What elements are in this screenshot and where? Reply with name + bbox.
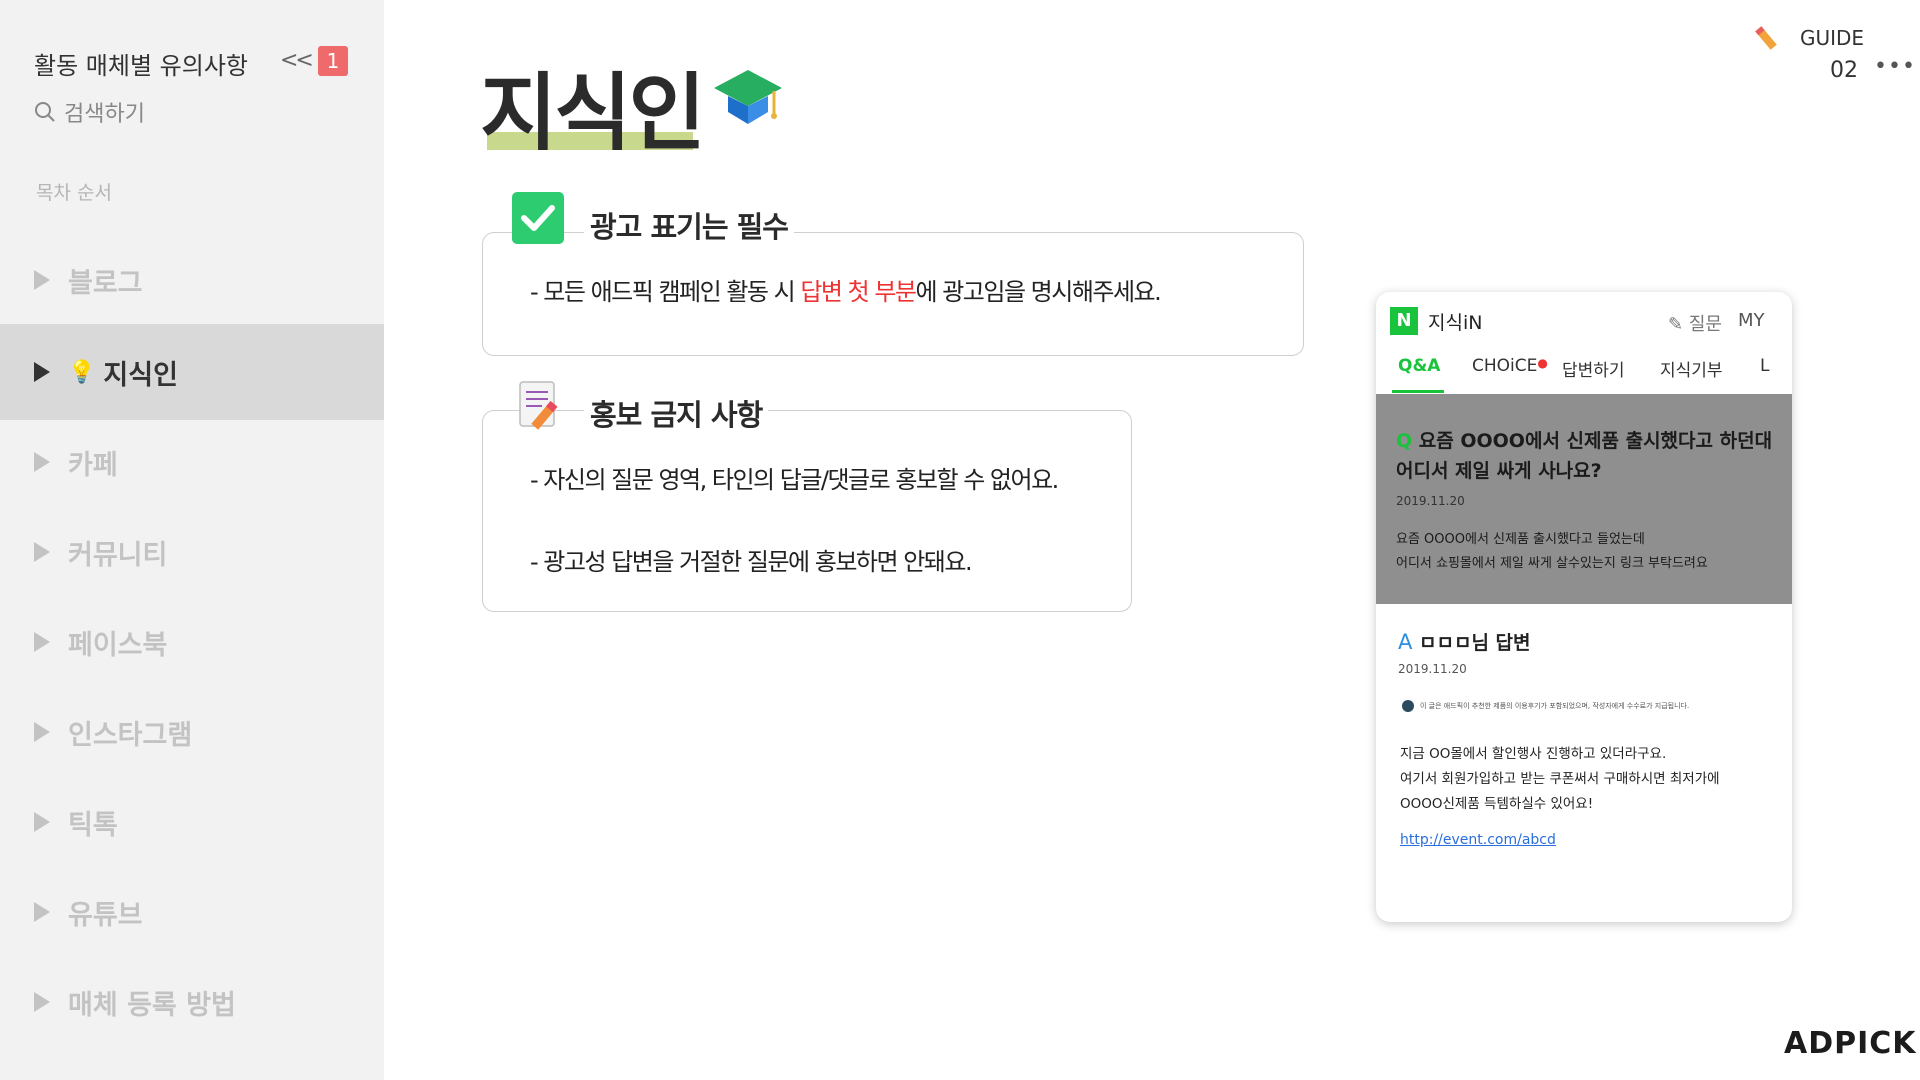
section-heading-ad-label: 광고 표기는 필수 — [584, 204, 794, 246]
question-card: Q 요즘 OOOO에서 신제품 출시했다고 하던대 어디서 제일 싸게 사나요?… — [1376, 394, 1792, 604]
phone-tabs: Q&A CHOiCE● 답변하기 지식기부 L — [1398, 356, 1792, 386]
expand-triangle-icon — [34, 270, 50, 290]
search-button[interactable]: 검색하기 — [34, 96, 145, 128]
expand-triangle-icon — [34, 452, 50, 472]
edit-pencil-icon: ✎ — [1668, 314, 1684, 335]
sidebar-item-cafe[interactable]: 카페 — [0, 422, 384, 502]
sidebar-item-label: 페이스북 — [68, 629, 168, 661]
ask-question-button[interactable]: ✎ 질문 — [1668, 310, 1722, 336]
answer-author: ㅁㅁㅁ님 답변 — [1419, 632, 1531, 654]
question-mark-icon: Q — [1396, 430, 1413, 452]
sidebar-item-label: 커뮤니티 — [68, 539, 168, 571]
guide-label: GUIDE — [1800, 26, 1865, 50]
sidebar-item-label: 지식인 — [103, 359, 178, 391]
page-number: 02 — [1830, 58, 1858, 83]
adpick-logo: ADPICK — [1784, 1026, 1917, 1061]
tab-more[interactable]: L — [1760, 356, 1769, 376]
question-text: 요즘 OOOO에서 신제품 출시했다고 하던대 어디서 제일 싸게 사나요? — [1396, 430, 1773, 482]
memo-icon — [519, 381, 558, 430]
new-dot-icon: ● — [1537, 356, 1548, 370]
question-title: Q 요즘 OOOO에서 신제품 출시했다고 하던대 어디서 제일 싸게 사나요? — [1396, 426, 1776, 486]
more-options-button[interactable]: ••• — [1874, 54, 1916, 79]
tab-label: CHOiCE — [1472, 356, 1538, 376]
tab-answer[interactable]: 답변하기 — [1562, 356, 1625, 381]
sidebar-item-label: 블로그 — [68, 267, 143, 299]
sidebar-item-instagram[interactable]: 인스타그램 — [0, 692, 384, 772]
lightbulb-icon: 💡 — [68, 359, 96, 385]
sidebar-item-facebook[interactable]: 페이스북 — [0, 602, 384, 682]
rule-text: - 모든 애드픽 캠페인 활동 시 — [530, 278, 801, 306]
collapse-sidebar-button[interactable]: << — [280, 48, 314, 73]
answer-line: OOOO신제품 득템하실수 있어요! — [1400, 796, 1594, 812]
sidebar-item-label: 인스타그램 — [68, 719, 193, 751]
ask-label: 질문 — [1688, 314, 1722, 335]
question-line: 어디서 쇼핑몰에서 제일 싸게 살수있는지 링크 부탁드려요 — [1396, 556, 1708, 571]
toc-heading: 목차 순서 — [36, 182, 112, 204]
question-line: 요즘 OOOO에서 신제품 출시했다고 들었는데 — [1396, 532, 1645, 547]
sidebar: 활동 매체별 유의사항 << 1 검색하기 목차 순서 블로그 💡 지식인 카페… — [0, 0, 384, 1080]
tab-qna[interactable]: Q&A — [1398, 356, 1440, 376]
page-title: 지식인 — [480, 64, 706, 162]
answer-body: 지금 OO몰에서 할인행사 진행하고 있더라구요. 여기서 회원가입하고 받는 … — [1400, 742, 1780, 817]
promo-ban-box — [482, 410, 1132, 612]
graduation-cap-icon — [714, 70, 782, 124]
pencil-icon — [1755, 26, 1777, 50]
sidebar-item-label: 틱톡 — [68, 809, 118, 841]
expand-triangle-icon — [34, 902, 50, 922]
answer-line: 지금 OO몰에서 할인행사 진행하고 있더라구요. — [1400, 746, 1667, 762]
expand-triangle-icon — [34, 722, 50, 742]
sidebar-item-blog[interactable]: 블로그 — [0, 240, 384, 320]
ad-label-rule: - 모든 애드픽 캠페인 활동 시 답변 첫 부분에 광고임을 명시해주세요. — [530, 272, 1162, 307]
sidebar-item-label: 카페 — [68, 449, 118, 481]
adpick-badge-icon — [1402, 700, 1414, 712]
tab-choice[interactable]: CHOiCE● — [1472, 356, 1548, 376]
sidebar-item-jisikin[interactable]: 💡 지식인 — [0, 324, 384, 420]
promo-ban-rule: - 광고성 답변을 거절한 질문에 홍보하면 안돼요. — [530, 548, 973, 576]
rule-text: 에 광고임을 명시해주세요. — [915, 278, 1162, 306]
sidebar-item-register-media[interactable]: 매체 등록 방법 — [0, 962, 384, 1042]
sidebar-item-label: 매체 등록 방법 — [68, 989, 236, 1021]
promo-ban-rule: - 자신의 질문 영역, 타인의 답글/댓글로 홍보할 수 없어요. — [530, 466, 1059, 494]
answer-line: 여기서 회원가입하고 받는 쿠폰써서 구매하시면 최저가에 — [1400, 771, 1720, 787]
sidebar-item-youtube[interactable]: 유튜브 — [0, 872, 384, 952]
sidebar-item-community[interactable]: 커뮤니티 — [0, 512, 384, 592]
search-icon — [35, 102, 55, 122]
sidebar-item-label: 유튜브 — [68, 899, 143, 931]
section-heading-promo-ban: 홍보 금지 사항 — [584, 392, 769, 434]
answer-link[interactable]: http://event.com/abcd — [1400, 832, 1556, 848]
question-body: 요즘 OOOO에서 신제품 출시했다고 들었는데 어디서 쇼핑몰에서 제일 싸게… — [1396, 528, 1776, 576]
phone-mockup: N 지식iN ✎ 질문 MY Q&A CHOiCE● 답변하기 지식기부 L Q… — [1376, 292, 1792, 922]
ad-disclosure: 이 글은 애드픽이 추천한 제품의 이용후기가 포함되었으며, 작성자에게 수수… — [1402, 700, 1689, 712]
answer-mark-icon: A — [1398, 630, 1413, 654]
expand-triangle-icon — [34, 542, 50, 562]
expand-triangle-icon — [34, 362, 50, 382]
sidebar-item-tiktok[interactable]: 틱톡 — [0, 782, 384, 862]
expand-triangle-icon — [34, 812, 50, 832]
search-label: 검색하기 — [64, 102, 145, 127]
answer-date: 2019.11.20 — [1398, 662, 1467, 676]
expand-triangle-icon — [34, 992, 50, 1012]
rule-highlight: 답변 첫 부분 — [800, 278, 917, 306]
expand-triangle-icon — [34, 632, 50, 652]
answer-title: A ㅁㅁㅁ님 답변 — [1398, 628, 1531, 655]
tab-donate[interactable]: 지식기부 — [1660, 356, 1723, 381]
sidebar-title: 활동 매체별 유의사항 — [34, 52, 248, 80]
notification-badge[interactable]: 1 — [318, 46, 348, 76]
question-date: 2019.11.20 — [1396, 494, 1465, 508]
active-tab-indicator — [1392, 390, 1444, 393]
my-button[interactable]: MY — [1738, 310, 1765, 331]
ad-disclosure-text: 이 글은 애드픽이 추천한 제품의 이용후기가 포함되었으며, 작성자에게 수수… — [1420, 702, 1690, 710]
checkbox-icon — [512, 192, 564, 244]
brand-name: 지식iN — [1428, 311, 1483, 334]
naver-logo-icon: N — [1390, 307, 1418, 335]
